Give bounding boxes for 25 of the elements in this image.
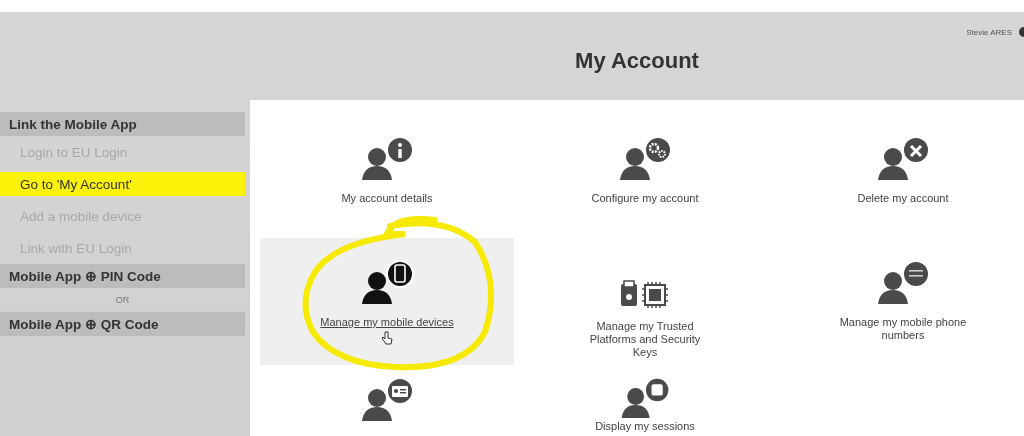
account-option-tile[interactable]: Display my sessions bbox=[518, 367, 772, 433]
hand-cursor-icon bbox=[381, 331, 393, 345]
sidebar-step[interactable]: Go to 'My Account' bbox=[0, 172, 245, 196]
account-option-tile[interactable]: Delete my account bbox=[776, 114, 1024, 236]
account-option-tile[interactable]: My account details bbox=[260, 114, 514, 236]
option-link[interactable]: Manage my Trusted Platforms and Security Keys bbox=[577, 320, 713, 359]
option-link[interactable]: Manage my mobile devices bbox=[320, 316, 454, 329]
account-option-tile[interactable]: Manage my Trusted Platforms and Security Keys bbox=[518, 238, 772, 365]
usb-key-and-chip-icon bbox=[619, 280, 671, 308]
settings-icon[interactable] bbox=[1016, 26, 1024, 38]
option-link[interactable]: Delete my account bbox=[857, 192, 949, 205]
user-bubble-icon bbox=[360, 258, 414, 304]
account-option-tile[interactable]: Manage my mobile phone numbers bbox=[776, 238, 1024, 365]
option-link[interactable]: My account details bbox=[341, 192, 433, 205]
user-name[interactable]: Stevie ARES bbox=[966, 27, 1012, 37]
sidebar-section-header[interactable]: Mobile App ⊕ QR Code bbox=[0, 312, 245, 336]
option-link[interactable]: Configure my account bbox=[591, 192, 699, 205]
sidebar-section-header[interactable]: Mobile App ⊕ PIN Code bbox=[0, 264, 245, 288]
sidebar-section-header[interactable]: Link the Mobile App bbox=[0, 112, 245, 136]
separator-label: OR bbox=[114, 294, 131, 307]
account-option-tile[interactable]: Configure my account bbox=[518, 114, 772, 236]
account-option-tile[interactable]: Manage my mobile devices bbox=[260, 238, 514, 365]
option-link[interactable]: Manage my mobile phone numbers bbox=[835, 316, 971, 342]
option-link[interactable]: Display my sessions bbox=[595, 420, 695, 433]
page-title: My Account bbox=[575, 48, 699, 74]
